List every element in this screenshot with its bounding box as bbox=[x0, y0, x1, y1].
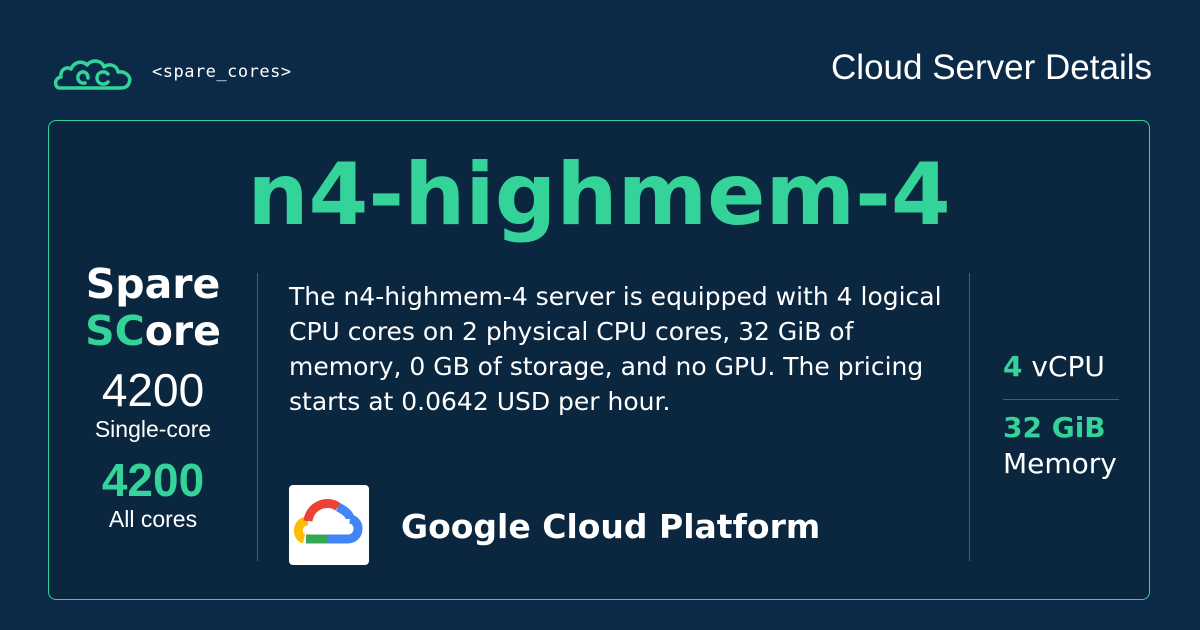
all-cores-score: 4200 bbox=[101, 454, 205, 506]
right-divider bbox=[969, 273, 970, 561]
brand-text: <spare_cores> bbox=[152, 62, 292, 82]
vendor-name: Google Cloud Platform bbox=[401, 507, 821, 546]
vcpu-spec: 4 vCPU bbox=[1003, 349, 1121, 385]
score-title-sc: SC bbox=[85, 307, 145, 355]
spec-divider bbox=[1003, 399, 1119, 400]
score-title-rest: ore bbox=[144, 307, 221, 355]
server-description: The n4-highmem-4 server is equipped with… bbox=[289, 282, 942, 416]
single-core-label: Single-core bbox=[94, 416, 212, 442]
single-core-score: 4200 bbox=[101, 364, 205, 416]
memory-label: Memory bbox=[1003, 447, 1117, 480]
vcpu-unit: vCPU bbox=[1022, 350, 1105, 383]
header: <spare_cores> Cloud Server Details bbox=[0, 0, 1200, 120]
vendor-logo bbox=[289, 485, 369, 565]
left-divider bbox=[257, 273, 258, 561]
vcpu-value: 4 bbox=[1003, 350, 1023, 383]
memory-spec: 32 GiB bbox=[1003, 410, 1121, 446]
spare-cores-logo-icon bbox=[53, 59, 132, 90]
page-heading: Cloud Server Details bbox=[831, 48, 1152, 87]
memory-value: 32 GiB bbox=[1003, 411, 1106, 444]
all-cores-label: All cores bbox=[108, 506, 198, 532]
score-title-line1: Spare bbox=[85, 260, 221, 308]
spare-score-panel: Spare SCore 4200 Single-core 4200 All co… bbox=[69, 261, 237, 533]
server-name: n4-highmem-4 bbox=[247, 145, 951, 245]
spare-score-title: Spare SCore bbox=[69, 261, 237, 355]
specs-panel: 4 vCPU 32 GiB Memory bbox=[1003, 349, 1121, 482]
server-card: n4-highmem-4 Spare SCore 4200 Single-cor… bbox=[48, 120, 1150, 600]
google-cloud-logo-icon bbox=[294, 499, 363, 544]
score-title-line2: SCore bbox=[69, 308, 237, 355]
